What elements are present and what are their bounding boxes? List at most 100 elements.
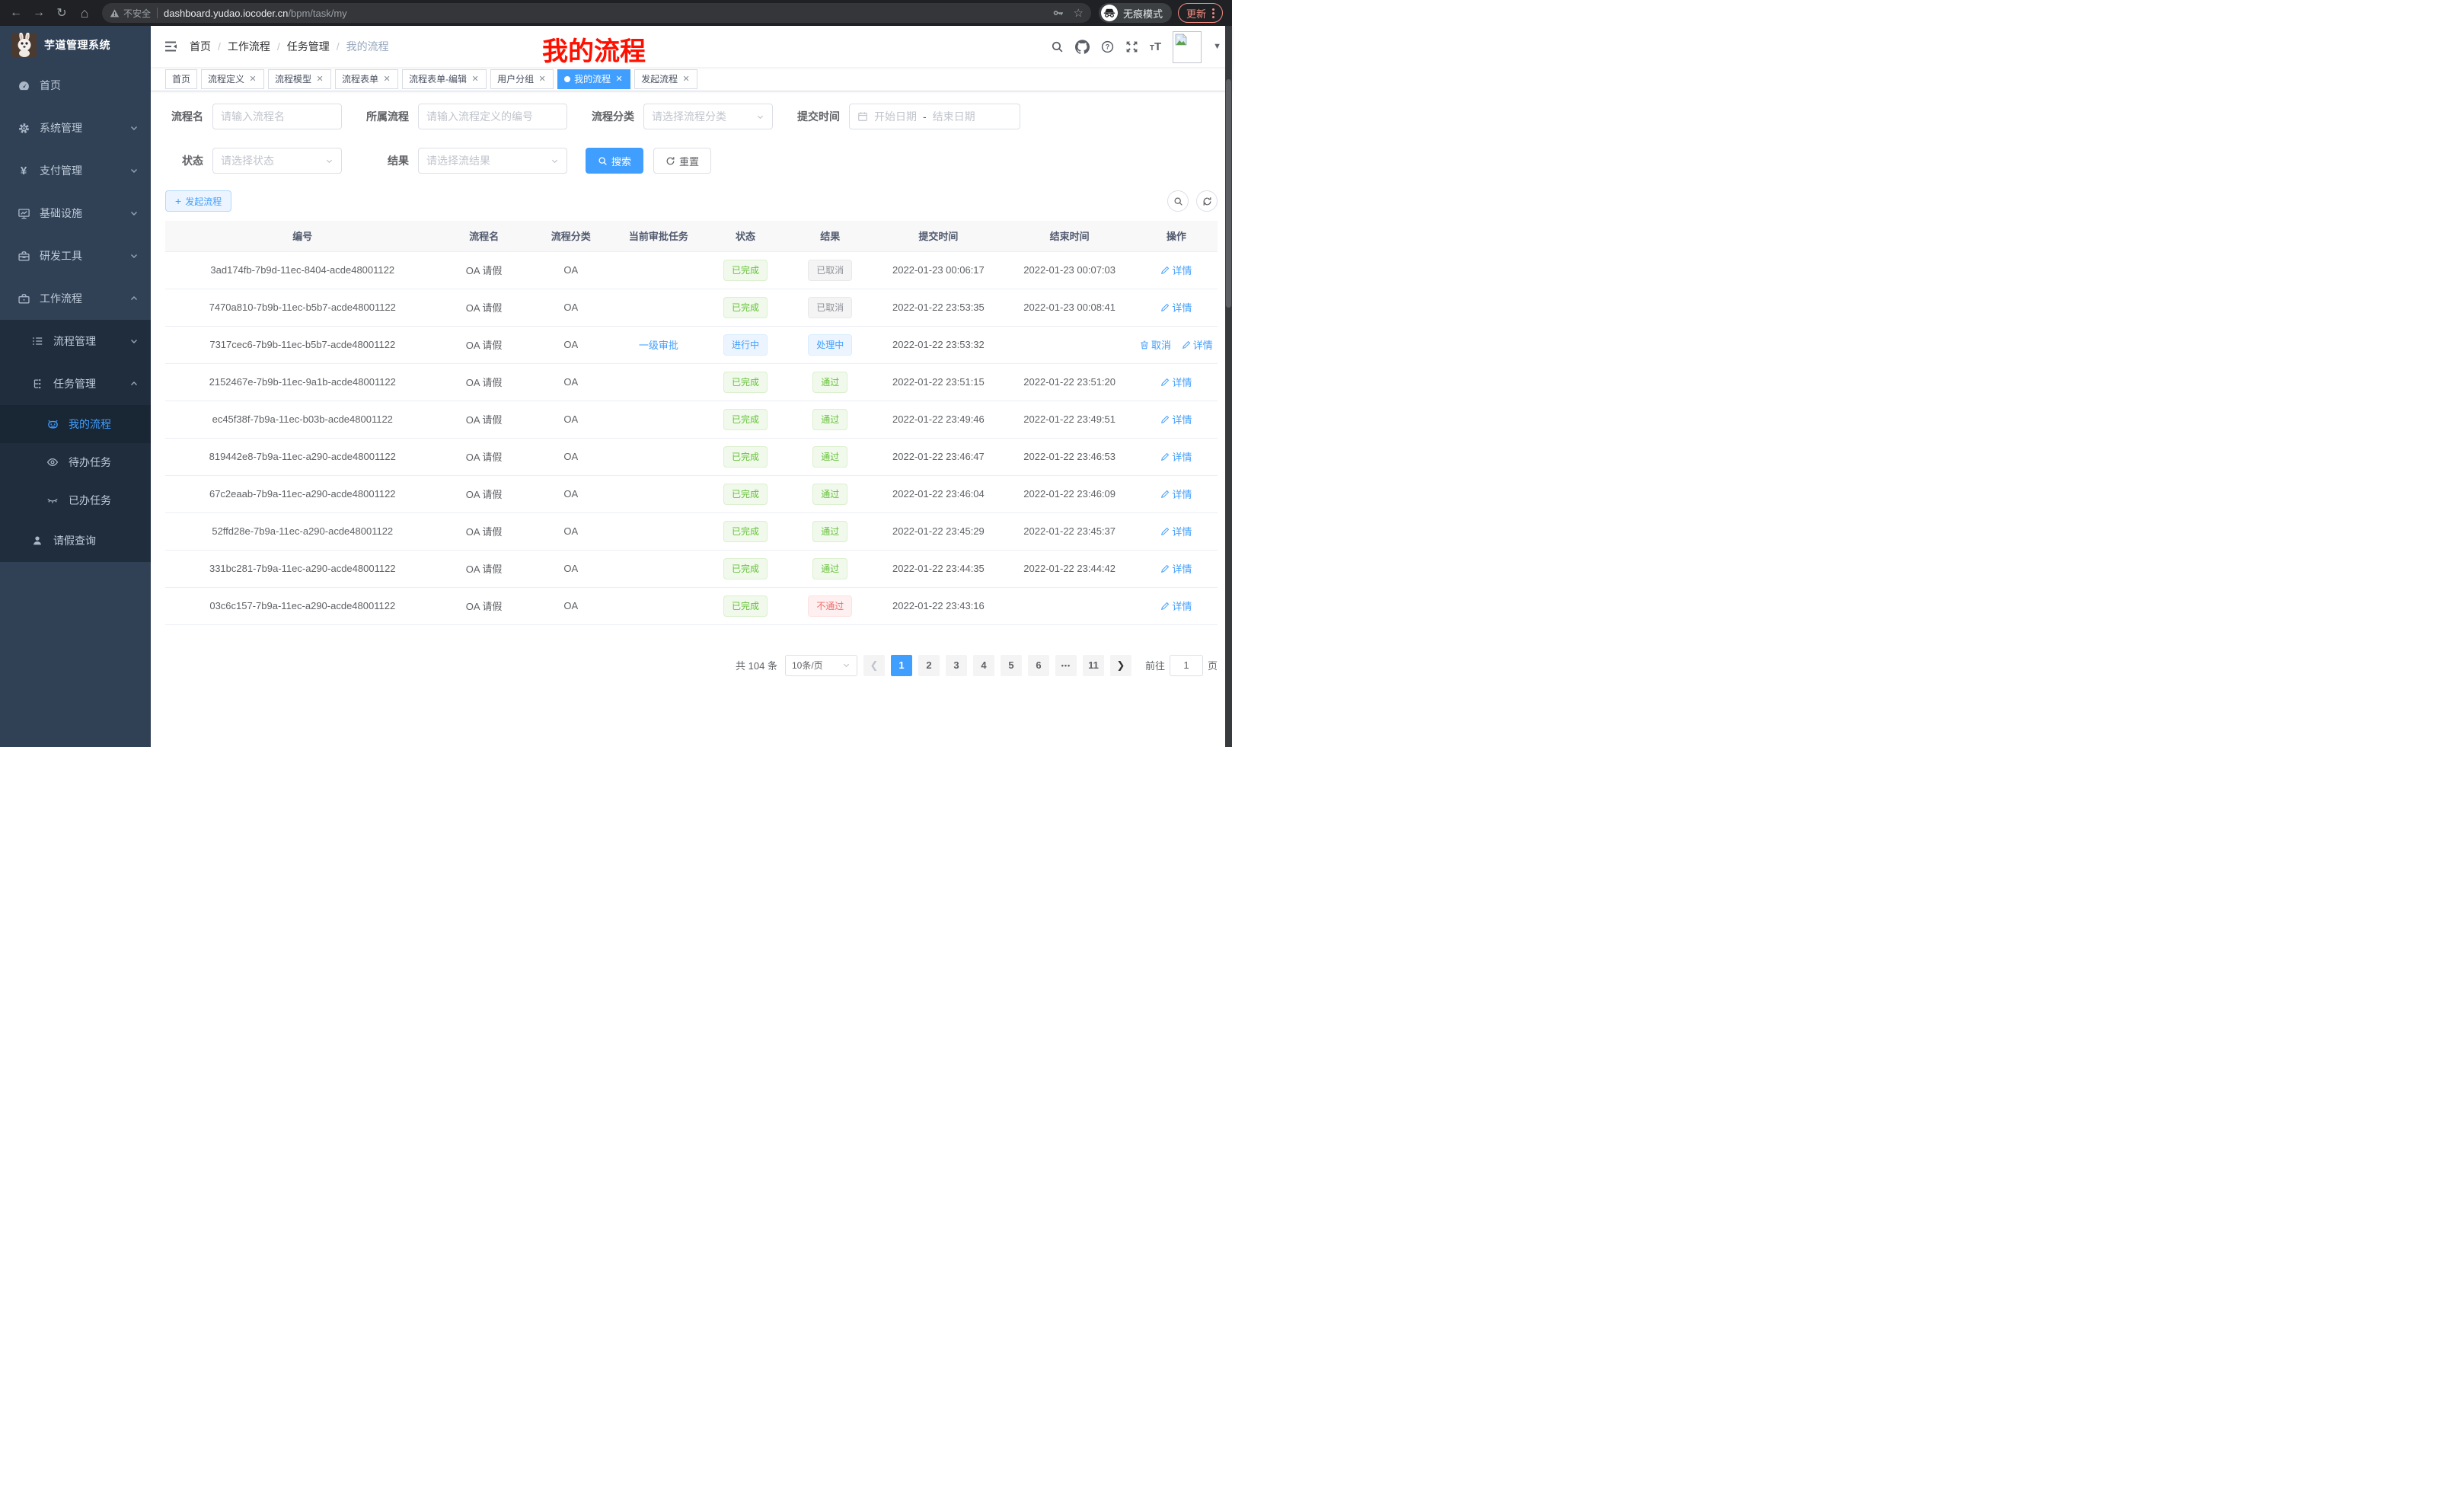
tags-view-bar: 首页 流程定义✕ 流程模型✕ 流程表单✕ 流程表单-编辑✕ 用户分组✕ 我的流程…: [151, 67, 1232, 91]
fullscreen-icon[interactable]: [1125, 40, 1138, 53]
sidebar-item-my-process[interactable]: 我的流程: [0, 405, 151, 443]
status-label: 状态: [165, 153, 212, 168]
tab-user-group[interactable]: 用户分组✕: [490, 69, 554, 89]
user-icon: [30, 535, 44, 547]
breadcrumb-workflow[interactable]: 工作流程: [228, 39, 270, 54]
tab-home[interactable]: 首页: [165, 69, 197, 89]
submit-time-range-picker[interactable]: 开始日期 - 结束日期: [849, 104, 1020, 129]
refresh-table-button[interactable]: [1196, 190, 1218, 212]
tab-my-process[interactable]: 我的流程✕: [557, 69, 630, 89]
cancel-button[interactable]: 取消: [1140, 337, 1171, 352]
tab-process-definition[interactable]: 流程定义✕: [201, 69, 264, 89]
page-button-1[interactable]: 1: [891, 655, 912, 676]
search-button[interactable]: 搜索: [586, 148, 643, 174]
password-key-icon[interactable]: [1052, 7, 1064, 19]
page-button-11[interactable]: 11: [1083, 655, 1104, 676]
sidebar-item-system[interactable]: 系统管理: [0, 107, 151, 149]
browser-forward-button[interactable]: →: [29, 3, 49, 23]
goto-page-input[interactable]: 1: [1170, 655, 1203, 676]
browser-menu-icon[interactable]: [1212, 8, 1214, 18]
page-scrollbar[interactable]: [1225, 26, 1232, 747]
sidebar-item-leave-query[interactable]: 请假查询: [0, 519, 151, 562]
omnibox-divider: [157, 8, 158, 18]
browser-update-button[interactable]: 更新: [1178, 3, 1223, 23]
close-icon[interactable]: ✕: [681, 74, 691, 84]
app-logo[interactable]: 芋道管理系统: [0, 26, 151, 64]
edit-icon: [1160, 303, 1170, 312]
table-row: 3ad174fb-7b9d-11ec-8404-acde48001122 OA …: [165, 251, 1218, 289]
sidebar-item-todo-tasks[interactable]: 待办任务: [0, 443, 151, 481]
sidebar-item-devtools[interactable]: 研发工具: [0, 235, 151, 277]
sidebar-item-payment[interactable]: ¥ 支付管理: [0, 149, 151, 192]
tab-process-form-edit[interactable]: 流程表单-编辑✕: [402, 69, 487, 89]
detail-button[interactable]: 详情: [1160, 561, 1192, 576]
sidebar-item-workflow[interactable]: 工作流程: [0, 277, 151, 320]
robot-icon: [46, 418, 59, 431]
help-icon[interactable]: ?: [1101, 40, 1114, 53]
show-search-toggle-button[interactable]: [1167, 190, 1189, 212]
close-icon[interactable]: ✕: [471, 74, 480, 84]
sidebar-item-infrastructure[interactable]: 基础设施: [0, 192, 151, 235]
avatar[interactable]: [1173, 31, 1202, 63]
browser-home-button[interactable]: ⌂: [75, 3, 94, 23]
page-button-2[interactable]: 2: [918, 655, 940, 676]
sidebar-item-done-tasks[interactable]: 已办任务: [0, 481, 151, 519]
filter-row-2: 状态 请选择状态 结果 请选择流结果 搜索: [165, 148, 1218, 174]
broken-image-icon: [1175, 34, 1187, 46]
current-task-link[interactable]: 一级审批: [639, 340, 678, 351]
page-button-4[interactable]: 4: [973, 655, 994, 676]
edit-icon: [1160, 378, 1170, 387]
sidebar-collapse-icon[interactable]: [164, 40, 177, 53]
close-icon[interactable]: ✕: [614, 74, 624, 84]
avatar-caret-icon[interactable]: ▼: [1213, 42, 1221, 51]
prev-page-button[interactable]: ❮: [863, 655, 885, 676]
close-icon[interactable]: ✕: [538, 74, 547, 84]
security-status[interactable]: 不安全: [110, 7, 151, 20]
bookmark-star-icon[interactable]: ☆: [1074, 6, 1084, 20]
detail-button[interactable]: 详情: [1160, 375, 1192, 389]
page-size-select[interactable]: 10条/页: [785, 655, 857, 676]
tab-start-process[interactable]: 发起流程✕: [634, 69, 697, 89]
search-icon[interactable]: [1051, 40, 1064, 53]
start-process-button[interactable]: + 发起流程: [165, 190, 231, 212]
breadcrumb-task-management[interactable]: 任务管理: [287, 39, 330, 54]
active-dot: [564, 76, 570, 82]
result-select[interactable]: 请选择流结果: [418, 148, 567, 174]
reset-button[interactable]: 重置: [653, 148, 711, 174]
sidebar-item-home[interactable]: 首页: [0, 64, 151, 107]
next-page-button[interactable]: ❯: [1110, 655, 1131, 676]
tab-process-model[interactable]: 流程模型✕: [268, 69, 331, 89]
scrollbar-thumb[interactable]: [1226, 79, 1231, 308]
close-icon[interactable]: ✕: [248, 74, 257, 84]
incognito-icon: [1101, 5, 1118, 21]
close-icon[interactable]: ✕: [382, 74, 391, 84]
sidebar-item-process-management[interactable]: 流程管理: [0, 320, 151, 362]
detail-button[interactable]: 详情: [1160, 300, 1192, 314]
font-size-icon[interactable]: TT: [1150, 41, 1161, 53]
detail-button[interactable]: 详情: [1160, 599, 1192, 613]
address-bar[interactable]: 不安全 dashboard.yudao.iocoder.cn/bpm/task/…: [102, 3, 1091, 23]
tab-process-form[interactable]: 流程表单✕: [335, 69, 398, 89]
process-definition-input[interactable]: 请输入流程定义的编号: [418, 104, 567, 129]
browser-reload-button[interactable]: ↻: [52, 3, 72, 23]
github-icon[interactable]: [1075, 40, 1090, 54]
page-button-5[interactable]: 5: [1001, 655, 1022, 676]
browser-back-button[interactable]: ←: [6, 3, 26, 23]
table-row: ec45f38f-7b9a-11ec-b03b-acde48001122 OA …: [165, 401, 1218, 438]
status-select[interactable]: 请选择状态: [212, 148, 342, 174]
detail-button[interactable]: 详情: [1160, 412, 1192, 426]
detail-button[interactable]: 详情: [1160, 487, 1192, 501]
detail-button[interactable]: 详情: [1160, 263, 1192, 277]
detail-button[interactable]: 详情: [1182, 337, 1213, 352]
detail-button[interactable]: 详情: [1160, 449, 1192, 464]
close-icon[interactable]: ✕: [315, 74, 324, 84]
process-category-select[interactable]: 请选择流程分类: [643, 104, 773, 129]
process-name-input[interactable]: 请输入流程名: [212, 104, 342, 129]
edit-icon: [1160, 602, 1170, 611]
sidebar-item-task-management[interactable]: 任务管理: [0, 362, 151, 405]
breadcrumb-home[interactable]: 首页: [190, 39, 211, 54]
more-pages-button[interactable]: •••: [1055, 655, 1077, 676]
page-button-6[interactable]: 6: [1028, 655, 1049, 676]
page-button-3[interactable]: 3: [946, 655, 967, 676]
detail-button[interactable]: 详情: [1160, 524, 1192, 538]
